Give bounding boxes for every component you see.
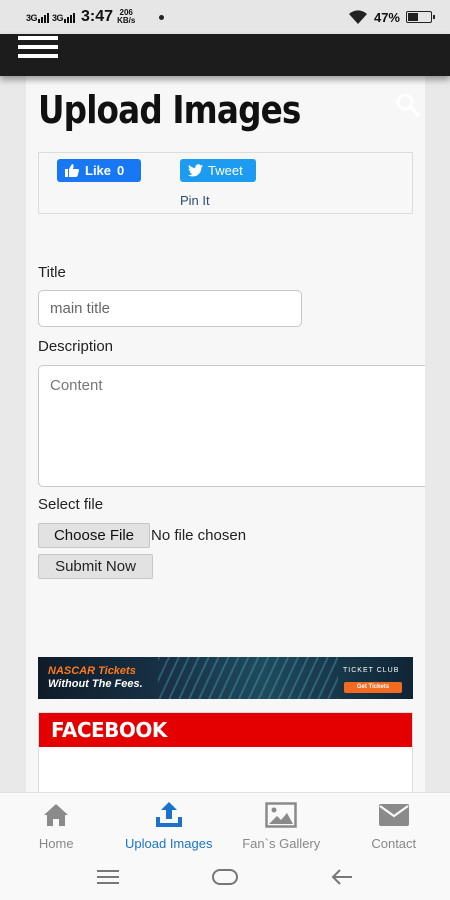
clock: 3:47 bbox=[81, 8, 114, 25]
tweet-label: Tweet bbox=[208, 163, 243, 178]
title-label: Title bbox=[38, 264, 66, 281]
app-header bbox=[0, 34, 450, 76]
system-navigation-bar bbox=[0, 854, 450, 900]
ad-headline: NASCAR Tickets bbox=[48, 665, 136, 677]
battery-fill bbox=[408, 13, 419, 21]
network-type-1: 3G bbox=[26, 13, 38, 23]
description-placeholder: Content bbox=[50, 377, 103, 394]
home-icon bbox=[40, 800, 72, 830]
select-file-label: Select file bbox=[38, 496, 104, 513]
speed-unit: KB/s bbox=[117, 16, 136, 25]
home-button-icon[interactable] bbox=[211, 865, 239, 889]
search-icon[interactable] bbox=[395, 92, 421, 118]
ad-brand: TICKET CLUB bbox=[343, 667, 400, 674]
choose-file-button[interactable]: Choose File bbox=[38, 523, 150, 548]
signal-icon: 3G 3G bbox=[26, 11, 76, 23]
bottom-navigation: Home Upload Images Fan`s Gallery Contact bbox=[0, 792, 450, 854]
back-icon[interactable] bbox=[328, 865, 356, 889]
image-gallery-icon bbox=[265, 800, 297, 830]
battery-icon bbox=[406, 11, 435, 23]
description-textarea[interactable]: Content bbox=[38, 365, 425, 487]
nav-contact-label: Contact bbox=[371, 836, 417, 851]
main-content: Upload Images Like 0 Tweet Pin It Title … bbox=[26, 76, 425, 792]
title-input[interactable]: main title bbox=[38, 290, 302, 327]
recent-apps-icon[interactable] bbox=[94, 865, 122, 889]
nav-upload-label: Upload Images bbox=[125, 836, 213, 851]
nav-home-label: Home bbox=[38, 836, 74, 851]
ad-subline: Without The Fees. bbox=[48, 678, 143, 690]
nav-home[interactable]: Home bbox=[0, 793, 113, 854]
title-input-placeholder: main title bbox=[50, 300, 111, 317]
battery-percent: 47% bbox=[373, 9, 400, 25]
tweet-button[interactable]: Tweet bbox=[180, 159, 256, 182]
thumbs-up-icon bbox=[65, 164, 79, 177]
nav-fans-gallery[interactable]: Fan`s Gallery bbox=[225, 793, 338, 854]
network-type-2: 3G bbox=[52, 13, 64, 23]
hamburger-menu-icon[interactable] bbox=[18, 34, 58, 60]
envelope-icon bbox=[378, 800, 410, 830]
ad-cta-button[interactable]: Get Tickets bbox=[344, 682, 402, 693]
description-label: Description bbox=[38, 338, 114, 355]
notification-dot-icon bbox=[159, 14, 165, 20]
status-bar: 3G 3G 3:47 206 KB/s 47% bbox=[0, 0, 450, 34]
facebook-like-button[interactable]: Like 0 bbox=[57, 159, 141, 182]
no-file-status: No file chosen bbox=[151, 527, 247, 544]
twitter-bird-icon bbox=[188, 164, 203, 177]
like-label: Like bbox=[85, 163, 112, 178]
ad-decoration bbox=[158, 657, 338, 699]
upload-icon bbox=[153, 800, 185, 830]
nav-gallery-label: Fan`s Gallery bbox=[242, 836, 321, 851]
network-speed: 206 KB/s bbox=[117, 9, 135, 25]
nascar-ad-banner[interactable]: NASCAR Tickets Without The Fees. TICKET … bbox=[38, 657, 413, 699]
pin-it-link[interactable]: Pin It bbox=[180, 193, 210, 208]
submit-button[interactable]: Submit Now bbox=[38, 554, 153, 579]
facebook-heading: FACEBOOK bbox=[39, 713, 412, 747]
nav-contact[interactable]: Contact bbox=[338, 793, 450, 854]
wifi-icon bbox=[348, 10, 367, 24]
like-count: 0 bbox=[117, 163, 125, 178]
nav-upload-images[interactable]: Upload Images bbox=[113, 793, 226, 854]
share-bar: Like 0 Tweet Pin It bbox=[38, 152, 413, 214]
page-title: Upload Images bbox=[38, 88, 301, 132]
facebook-widget: FACEBOOK bbox=[38, 712, 413, 792]
